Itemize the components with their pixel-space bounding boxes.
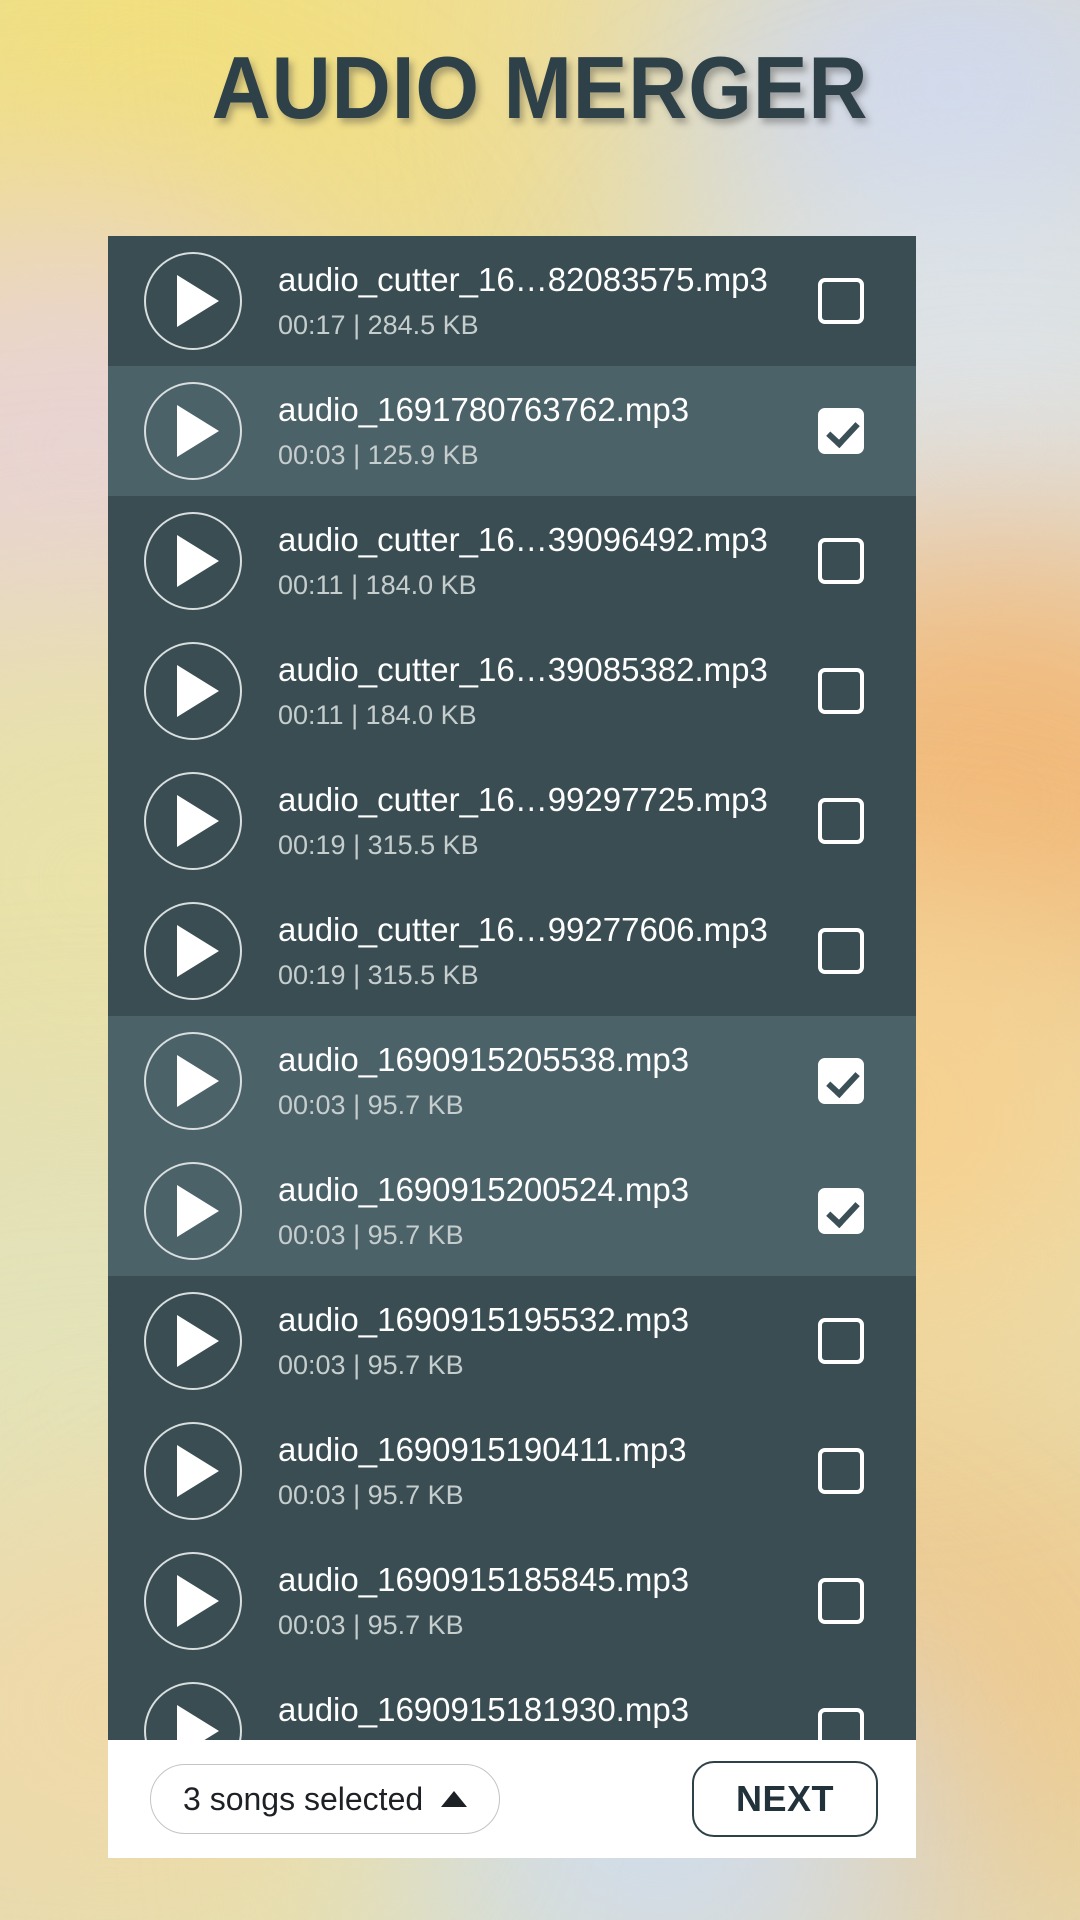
song-info: audio_cutter_16…82083575.mp3 00:17 | 284.… xyxy=(278,260,818,343)
play-triangle-icon xyxy=(176,1185,219,1237)
play-triangle-icon xyxy=(176,1055,219,1107)
play-icon[interactable] xyxy=(144,1032,242,1130)
play-icon[interactable] xyxy=(144,252,242,350)
song-row[interactable]: audio_cutter_16…99297725.mp3 00:19 | 315.… xyxy=(108,756,916,886)
next-button[interactable]: NEXT xyxy=(692,1761,878,1837)
song-info: audio_1691780763762.mp3 00:03 | 125.9 KB xyxy=(278,390,818,473)
song-meta: 00:11 | 184.0 KB xyxy=(278,699,477,730)
song-info: audio_cutter_16…99297725.mp3 00:19 | 315.… xyxy=(278,780,818,863)
play-triangle-icon xyxy=(176,405,219,457)
song-info: audio_1690915205538.mp3 00:03 | 95.7 KB xyxy=(278,1040,818,1123)
song-row[interactable]: audio_cutter_16…39096492.mp3 00:11 | 184.… xyxy=(108,496,916,626)
checkbox-checked-icon[interactable] xyxy=(818,408,864,454)
checkbox-checked-icon[interactable] xyxy=(818,1188,864,1234)
play-icon[interactable] xyxy=(144,512,242,610)
song-name: audio_1691780763762.mp3 xyxy=(278,390,690,428)
selection-count-dropdown[interactable]: 3 songs selected xyxy=(150,1764,501,1834)
play-triangle-icon xyxy=(176,795,219,847)
song-row[interactable]: audio_cutter_16…39085382.mp3 00:11 | 184.… xyxy=(108,626,916,756)
song-info: audio_cutter_16…39085382.mp3 00:11 | 184.… xyxy=(278,650,818,733)
song-name: audio_cutter_16…99297725.mp3 xyxy=(278,780,768,818)
play-icon[interactable] xyxy=(144,642,242,740)
checkbox-checked-icon[interactable] xyxy=(818,1058,864,1104)
song-name: audio_1690915200524.mp3 xyxy=(278,1170,690,1208)
play-triangle-icon xyxy=(176,1575,219,1627)
song-info: audio_1690915195532.mp3 00:03 | 95.7 KB xyxy=(278,1300,818,1383)
bottom-action-bar: 3 songs selected NEXT xyxy=(108,1740,916,1858)
song-name: audio_1690915195532.mp3 xyxy=(278,1300,690,1338)
play-triangle-icon xyxy=(176,925,219,977)
caret-up-icon xyxy=(441,1791,468,1807)
song-info: audio_cutter_16…39096492.mp3 00:11 | 184.… xyxy=(278,520,818,603)
song-meta: 00:17 | 284.5 KB xyxy=(278,309,479,340)
next-button-label: NEXT xyxy=(735,1778,834,1819)
selection-count-label: 3 songs selected xyxy=(183,1780,424,1817)
song-meta: 00:03 | 95.7 KB xyxy=(278,1609,464,1640)
checkbox-unchecked-icon[interactable] xyxy=(818,668,864,714)
checkbox-unchecked-icon[interactable] xyxy=(818,1318,864,1364)
song-info: audio_1690915190411.mp3 00:03 | 95.7 KB xyxy=(278,1430,818,1513)
play-triangle-icon xyxy=(176,1445,219,1497)
play-icon[interactable] xyxy=(144,1422,242,1520)
song-row[interactable]: audio_1690915205538.mp3 00:03 | 95.7 KB xyxy=(108,1016,916,1146)
song-name: audio_1690915185845.mp3 xyxy=(278,1560,690,1598)
checkbox-unchecked-icon[interactable] xyxy=(818,928,864,974)
play-icon[interactable] xyxy=(144,902,242,1000)
play-icon[interactable] xyxy=(144,1162,242,1260)
song-meta: 00:11 | 184.0 KB xyxy=(278,569,477,600)
checkbox-unchecked-icon[interactable] xyxy=(818,278,864,324)
song-row[interactable]: audio_1690915195532.mp3 00:03 | 95.7 KB xyxy=(108,1276,916,1406)
play-triangle-icon xyxy=(176,535,219,587)
page-title: AUDIO MERGER xyxy=(211,38,869,137)
song-name: audio_cutter_16…39096492.mp3 xyxy=(278,520,768,558)
song-info: audio_cutter_16…99277606.mp3 00:19 | 315.… xyxy=(278,910,818,993)
song-row[interactable]: audio_1690915185845.mp3 00:03 | 95.7 KB xyxy=(108,1536,916,1666)
song-meta: 00:03 | 95.7 KB xyxy=(278,1219,464,1250)
checkbox-unchecked-icon[interactable] xyxy=(818,798,864,844)
play-icon[interactable] xyxy=(144,772,242,870)
checkbox-unchecked-icon[interactable] xyxy=(818,538,864,584)
song-info: audio_1690915185845.mp3 00:03 | 95.7 KB xyxy=(278,1560,818,1643)
song-name: audio_1690915190411.mp3 xyxy=(278,1430,687,1468)
song-name: audio_cutter_16…82083575.mp3 xyxy=(278,260,768,298)
checkbox-unchecked-icon[interactable] xyxy=(818,1448,864,1494)
song-name: audio_cutter_16…99277606.mp3 xyxy=(278,910,768,948)
play-triangle-icon xyxy=(176,1315,219,1367)
song-list[interactable]: audio_cutter_16…82083575.mp3 00:17 | 284.… xyxy=(108,236,916,1832)
song-meta: 00:03 | 95.7 KB xyxy=(278,1349,464,1380)
song-row[interactable]: audio_1690915190411.mp3 00:03 | 95.7 KB xyxy=(108,1406,916,1536)
play-triangle-icon xyxy=(176,665,219,717)
song-row[interactable]: audio_1691780763762.mp3 00:03 | 125.9 KB xyxy=(108,366,916,496)
song-meta: 00:19 | 315.5 KB xyxy=(278,829,479,860)
play-icon[interactable] xyxy=(144,382,242,480)
play-icon[interactable] xyxy=(144,1552,242,1650)
song-meta: 00:03 | 95.7 KB xyxy=(278,1089,464,1120)
song-name: audio_1690915181930.mp3 xyxy=(278,1690,690,1728)
song-name: audio_cutter_16…39085382.mp3 xyxy=(278,650,768,688)
song-row[interactable]: audio_cutter_16…82083575.mp3 00:17 | 284.… xyxy=(108,236,916,366)
song-meta: 00:03 | 125.9 KB xyxy=(278,439,479,470)
song-row[interactable]: audio_cutter_16…99277606.mp3 00:19 | 315.… xyxy=(108,886,916,1016)
play-triangle-icon xyxy=(176,275,219,327)
song-name: audio_1690915205538.mp3 xyxy=(278,1040,690,1078)
checkbox-unchecked-icon[interactable] xyxy=(818,1578,864,1624)
play-icon[interactable] xyxy=(144,1292,242,1390)
song-meta: 00:19 | 315.5 KB xyxy=(278,959,479,990)
song-info: audio_1690915200524.mp3 00:03 | 95.7 KB xyxy=(278,1170,818,1253)
song-row[interactable]: audio_1690915200524.mp3 00:03 | 95.7 KB xyxy=(108,1146,916,1276)
song-meta: 00:03 | 95.7 KB xyxy=(278,1479,464,1510)
